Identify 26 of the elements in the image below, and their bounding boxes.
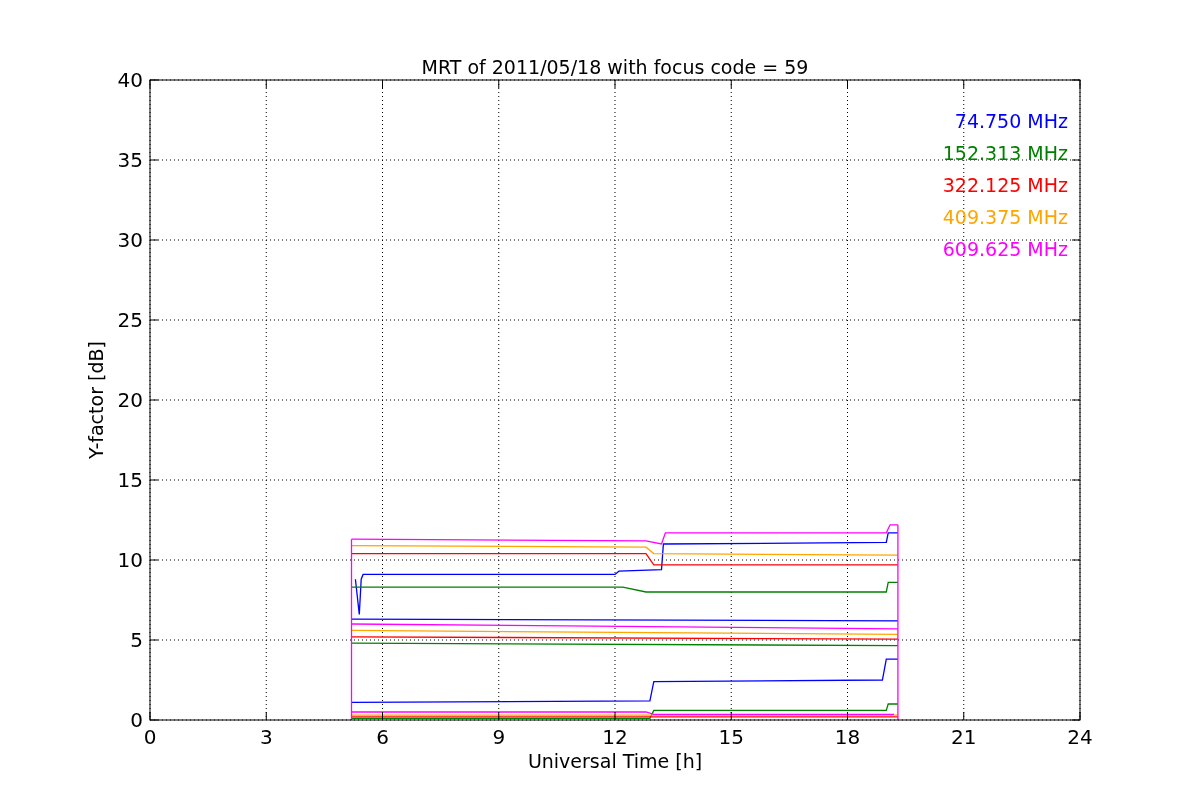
y-axis-label: Y-factor [dB]: [85, 341, 107, 459]
y-tick-label: 15: [117, 468, 143, 492]
legend-label: 152.313 MHz: [942, 142, 1068, 164]
x-tick-label: 21: [951, 725, 977, 749]
legend-label: 322.125 MHz: [942, 174, 1068, 196]
legend-label: 609.625 MHz: [942, 238, 1068, 260]
x-axis-label: Universal Time [h]: [527, 750, 703, 772]
y-tick-label: 20: [117, 388, 143, 412]
x-tick-label: 18: [834, 725, 861, 749]
x-tick-label: 9: [492, 725, 506, 749]
y-tick-label: 40: [117, 68, 143, 92]
legend-label: 74.750 MHz: [954, 110, 1068, 132]
y-tick-label: 25: [117, 308, 143, 332]
y-tick-label: 35: [117, 148, 143, 172]
legend-label: 409.375 MHz: [942, 206, 1068, 228]
x-tick-label: 24: [1067, 725, 1093, 749]
x-tick-label: 0: [143, 725, 157, 749]
x-tick-label: 3: [259, 725, 273, 749]
y-tick-label: 0: [130, 708, 143, 732]
y-tick-label: 10: [117, 548, 143, 572]
y-tick-label: 5: [130, 628, 143, 652]
x-tick-label: 15: [718, 725, 744, 749]
chart-title: MRT of 2011/05/18 with focus code = 59: [421, 56, 809, 78]
x-tick-label: 12: [602, 725, 628, 749]
x-tick-label: 6: [376, 725, 389, 749]
y-tick-label: 30: [117, 228, 143, 252]
